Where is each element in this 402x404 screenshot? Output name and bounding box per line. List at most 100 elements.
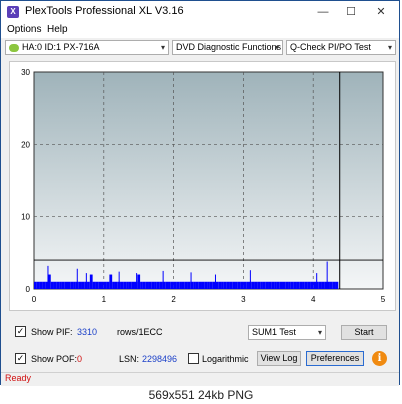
start-button[interactable]: Start (341, 325, 387, 340)
view-log-button[interactable]: View Log (257, 351, 301, 366)
app-icon: X (7, 6, 19, 18)
pif-bar (232, 281, 236, 289)
pif-bar (226, 281, 230, 289)
maximize-button[interactable]: ☐ (339, 3, 363, 21)
plot-frame: 0 1 2 3 4 5 0 10 20 30 (9, 61, 396, 311)
pif-bar (137, 274, 141, 289)
pif-bar (310, 281, 314, 289)
menu-options[interactable]: Options (7, 24, 41, 35)
pif-bar (148, 281, 152, 289)
pif-bar (229, 281, 233, 289)
pif-bar (173, 281, 177, 289)
pif-bar (246, 281, 249, 289)
pif-bar (61, 281, 65, 289)
pif-bar (318, 281, 322, 289)
x-tick-label: 1 (102, 295, 107, 304)
pif-bar (131, 281, 135, 289)
status-text: Ready (5, 373, 32, 383)
test-select[interactable]: Q-Check PI/PO Test ▾ (286, 40, 396, 55)
pif-bar (274, 281, 277, 289)
pif-bar (251, 281, 255, 289)
control-panel: ✓ Show PIF: 3310 rows/1ECC SUM1 Test ▾ S… (9, 317, 396, 369)
pif-bar (81, 281, 85, 289)
pif-bar (193, 281, 196, 289)
test-select-value: Q-Check PI/PO Test (290, 42, 371, 52)
pif-bar (257, 281, 261, 289)
pif-bar (201, 281, 205, 289)
pif-bar (98, 281, 102, 289)
pif-bar (109, 274, 113, 289)
plot-area (33, 71, 384, 290)
y-tick-label: 10 (21, 213, 30, 222)
x-tick-label: 5 (381, 295, 386, 304)
menu-help[interactable]: Help (47, 24, 68, 35)
pif-bar (151, 281, 155, 289)
pif-bar (34, 281, 37, 289)
pif-value: 3310 (77, 327, 98, 337)
pif-bar (265, 281, 269, 289)
pif-bar (142, 281, 146, 289)
pif-bar (237, 281, 241, 289)
pif-bar (168, 281, 171, 289)
pif-bar (39, 281, 43, 289)
pif-bar (101, 281, 104, 289)
drive-icon (9, 43, 19, 52)
pif-bar (170, 281, 174, 289)
x-tick-label: 0 (32, 295, 37, 304)
logarithmic-checkbox[interactable] (188, 353, 199, 364)
chevron-down-icon: ▾ (387, 43, 392, 52)
pif-bar (221, 281, 224, 289)
pif-bar (304, 281, 308, 289)
function-select-value: DVD Diagnostic Functions (176, 42, 282, 52)
pif-bar (184, 281, 188, 289)
pif-bar (307, 281, 311, 289)
pif-bar (123, 281, 127, 289)
close-button[interactable]: ✕ (369, 3, 393, 21)
sum-test-select[interactable]: SUM1 Test ▾ (248, 325, 326, 340)
pif-bar (302, 281, 305, 289)
pif-bar (282, 281, 286, 289)
pif-bar (195, 281, 199, 289)
show-pof-checkbox[interactable]: ✓ (15, 353, 26, 364)
pif-bar (276, 281, 280, 289)
pif-bar (243, 281, 247, 289)
pif-bar (260, 281, 263, 289)
y-tick-label: 20 (21, 140, 30, 149)
pif-bar (56, 281, 60, 289)
pif-bar (92, 281, 96, 289)
toolbar: HA:0 ID:1 PX-716A ▾ DVD Diagnostic Funct… (1, 38, 399, 59)
show-pof-label: Show POF: (31, 354, 78, 364)
pif-bar (156, 281, 160, 289)
pif-bar (329, 281, 333, 289)
pif-bar (89, 274, 93, 289)
pif-bar (145, 281, 149, 289)
preferences-button[interactable]: Preferences (306, 351, 364, 366)
pif-bar (53, 281, 57, 289)
pif-bar (262, 281, 266, 289)
pif-bar (103, 281, 107, 289)
pif-bar (293, 281, 297, 289)
pif-bar (321, 281, 325, 289)
menu-bar: Options Help (1, 23, 399, 38)
pif-bar (176, 281, 180, 289)
function-select[interactable]: DVD Diagnostic Functions ▾ (172, 40, 283, 55)
pif-bar (114, 281, 118, 289)
x-tick-label: 2 (171, 295, 176, 304)
minimize-button[interactable]: — (311, 3, 335, 21)
image-caption: 569x551 24kb PNG (148, 388, 254, 402)
info-icon[interactable]: i (372, 351, 387, 366)
pif-bar (64, 281, 68, 289)
show-pif-label: Show PIF: (31, 327, 73, 337)
pif-bar (140, 281, 143, 289)
drive-select[interactable]: HA:0 ID:1 PX-716A ▾ (5, 40, 169, 55)
pif-bar (198, 281, 202, 289)
y-tick-label: 0 (26, 285, 31, 294)
status-bar: Ready (1, 372, 399, 386)
pif-bar (335, 281, 339, 289)
logarithmic-label: Logarithmic (202, 354, 249, 364)
pif-bar (165, 281, 169, 289)
show-pif-checkbox[interactable]: ✓ (15, 326, 26, 337)
pi-chart: 0 1 2 3 4 5 0 10 20 30 (21, 68, 386, 304)
pif-bar (95, 281, 99, 289)
lsn-value: 2298496 (142, 354, 178, 364)
